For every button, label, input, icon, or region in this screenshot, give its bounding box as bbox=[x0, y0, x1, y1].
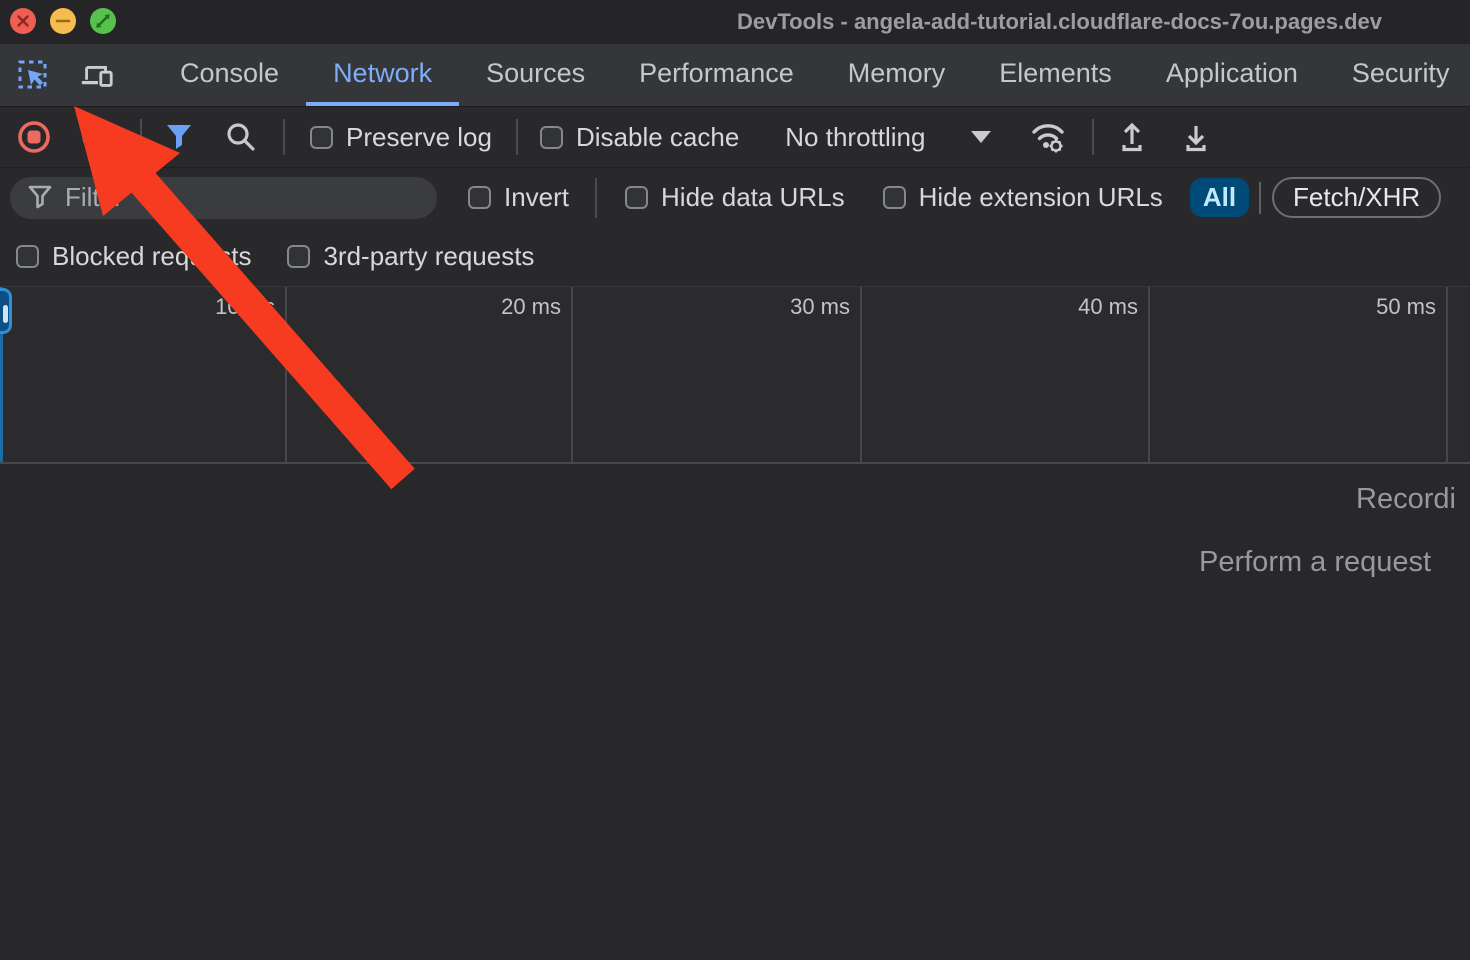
window-title: DevTools - angela-add-tutorial.cloudflar… bbox=[737, 9, 1382, 35]
timeline-tick: 10 ms bbox=[215, 294, 275, 320]
toolbar-divider bbox=[283, 119, 285, 155]
third-party-requests-checkbox[interactable] bbox=[287, 245, 310, 268]
disable-cache-checkbox[interactable] bbox=[540, 126, 563, 149]
overview-handle-grip bbox=[3, 305, 8, 323]
overview-left-handle[interactable] bbox=[0, 288, 12, 334]
timeline-column: 50 ms bbox=[1150, 287, 1448, 462]
tab-performance[interactable]: Performance bbox=[612, 44, 821, 106]
close-icon[interactable] bbox=[10, 8, 36, 34]
toolbar-divider bbox=[1092, 119, 1094, 155]
timeline-tick: 20 ms bbox=[501, 294, 561, 320]
empty-state-recording-text: Recordi bbox=[1356, 483, 1456, 516]
network-overview-timeline[interactable]: 10 ms 20 ms 30 ms 40 ms 50 ms bbox=[0, 286, 1470, 464]
hide-data-urls-label: Hide data URLs bbox=[661, 182, 845, 213]
import-har-icon[interactable] bbox=[1114, 119, 1150, 155]
request-filter-row: Blocked requests 3rd-party requests bbox=[0, 227, 1470, 286]
export-har-icon[interactable] bbox=[1178, 119, 1214, 155]
devtools-tabbar: Console Network Sources Performance Memo… bbox=[0, 44, 1470, 106]
timeline-column: 40 ms bbox=[862, 287, 1150, 462]
chip-divider bbox=[1259, 182, 1261, 214]
network-toolbar: Preserve log Disable cache No throttling bbox=[0, 106, 1470, 167]
filter-chip-fetch-xhr[interactable]: Fetch/XHR bbox=[1272, 177, 1441, 218]
filter-chip-all[interactable]: All bbox=[1190, 178, 1249, 217]
tab-memory[interactable]: Memory bbox=[821, 44, 973, 106]
tab-security[interactable]: Security bbox=[1325, 44, 1470, 106]
network-filter-bar: Invert Hide data URLs Hide extension URL… bbox=[0, 167, 1470, 227]
record-icon[interactable] bbox=[16, 119, 52, 155]
title-bar: DevTools - angela-add-tutorial.cloudflar… bbox=[0, 0, 1470, 44]
hide-extension-urls-label: Hide extension URLs bbox=[919, 182, 1163, 213]
empty-state-perform-text: Perform a request bbox=[1199, 546, 1431, 579]
timeline-tick: 50 ms bbox=[1376, 294, 1436, 320]
hide-data-urls-checkbox[interactable] bbox=[625, 186, 648, 209]
filterbar-divider bbox=[595, 178, 597, 218]
tab-sources[interactable]: Sources bbox=[459, 44, 612, 106]
zoom-icon[interactable] bbox=[90, 8, 116, 34]
chevron-down-icon[interactable] bbox=[971, 131, 991, 143]
invert-checkbox[interactable] bbox=[468, 186, 491, 209]
blocked-requests-label: Blocked requests bbox=[52, 241, 251, 272]
filter-funnel-icon[interactable] bbox=[163, 121, 195, 153]
tab-console[interactable]: Console bbox=[153, 44, 306, 106]
clear-icon[interactable] bbox=[80, 120, 114, 154]
device-toolbar-icon[interactable] bbox=[79, 57, 115, 93]
timeline-tick: 30 ms bbox=[790, 294, 850, 320]
filter-text-field[interactable] bbox=[65, 182, 419, 213]
filter-input[interactable] bbox=[10, 177, 437, 219]
timeline-column: 20 ms bbox=[287, 287, 573, 462]
search-icon[interactable] bbox=[224, 120, 258, 154]
preserve-log-label: Preserve log bbox=[346, 122, 492, 153]
blocked-requests-checkbox[interactable] bbox=[16, 245, 39, 268]
devtools-window: DevTools - angela-add-tutorial.cloudflar… bbox=[0, 0, 1470, 960]
timeline-column: 10 ms bbox=[0, 287, 287, 462]
network-conditions-icon[interactable] bbox=[1028, 118, 1068, 156]
timeline-column: 30 ms bbox=[573, 287, 862, 462]
requests-table-empty-area: Recordi Perform a request bbox=[0, 464, 1470, 960]
toolbar-divider bbox=[140, 119, 142, 155]
hide-extension-urls-checkbox[interactable] bbox=[883, 186, 906, 209]
tab-network[interactable]: Network bbox=[306, 44, 459, 106]
filter-funnel-outline-icon bbox=[28, 185, 52, 211]
tab-elements[interactable]: Elements bbox=[972, 44, 1139, 106]
throttling-select[interactable]: No throttling bbox=[785, 122, 925, 153]
third-party-requests-label: 3rd-party requests bbox=[323, 241, 534, 272]
tab-application[interactable]: Application bbox=[1139, 44, 1325, 106]
inspect-element-icon[interactable] bbox=[15, 57, 51, 93]
minimize-icon[interactable] bbox=[50, 8, 76, 34]
preserve-log-checkbox[interactable] bbox=[310, 126, 333, 149]
invert-label: Invert bbox=[504, 182, 569, 213]
toolbar-divider bbox=[516, 119, 518, 155]
traffic-lights bbox=[10, 8, 116, 34]
panel-tabs: Console Network Sources Performance Memo… bbox=[153, 44, 1470, 106]
disable-cache-label: Disable cache bbox=[576, 122, 739, 153]
timeline-tick: 40 ms bbox=[1078, 294, 1138, 320]
